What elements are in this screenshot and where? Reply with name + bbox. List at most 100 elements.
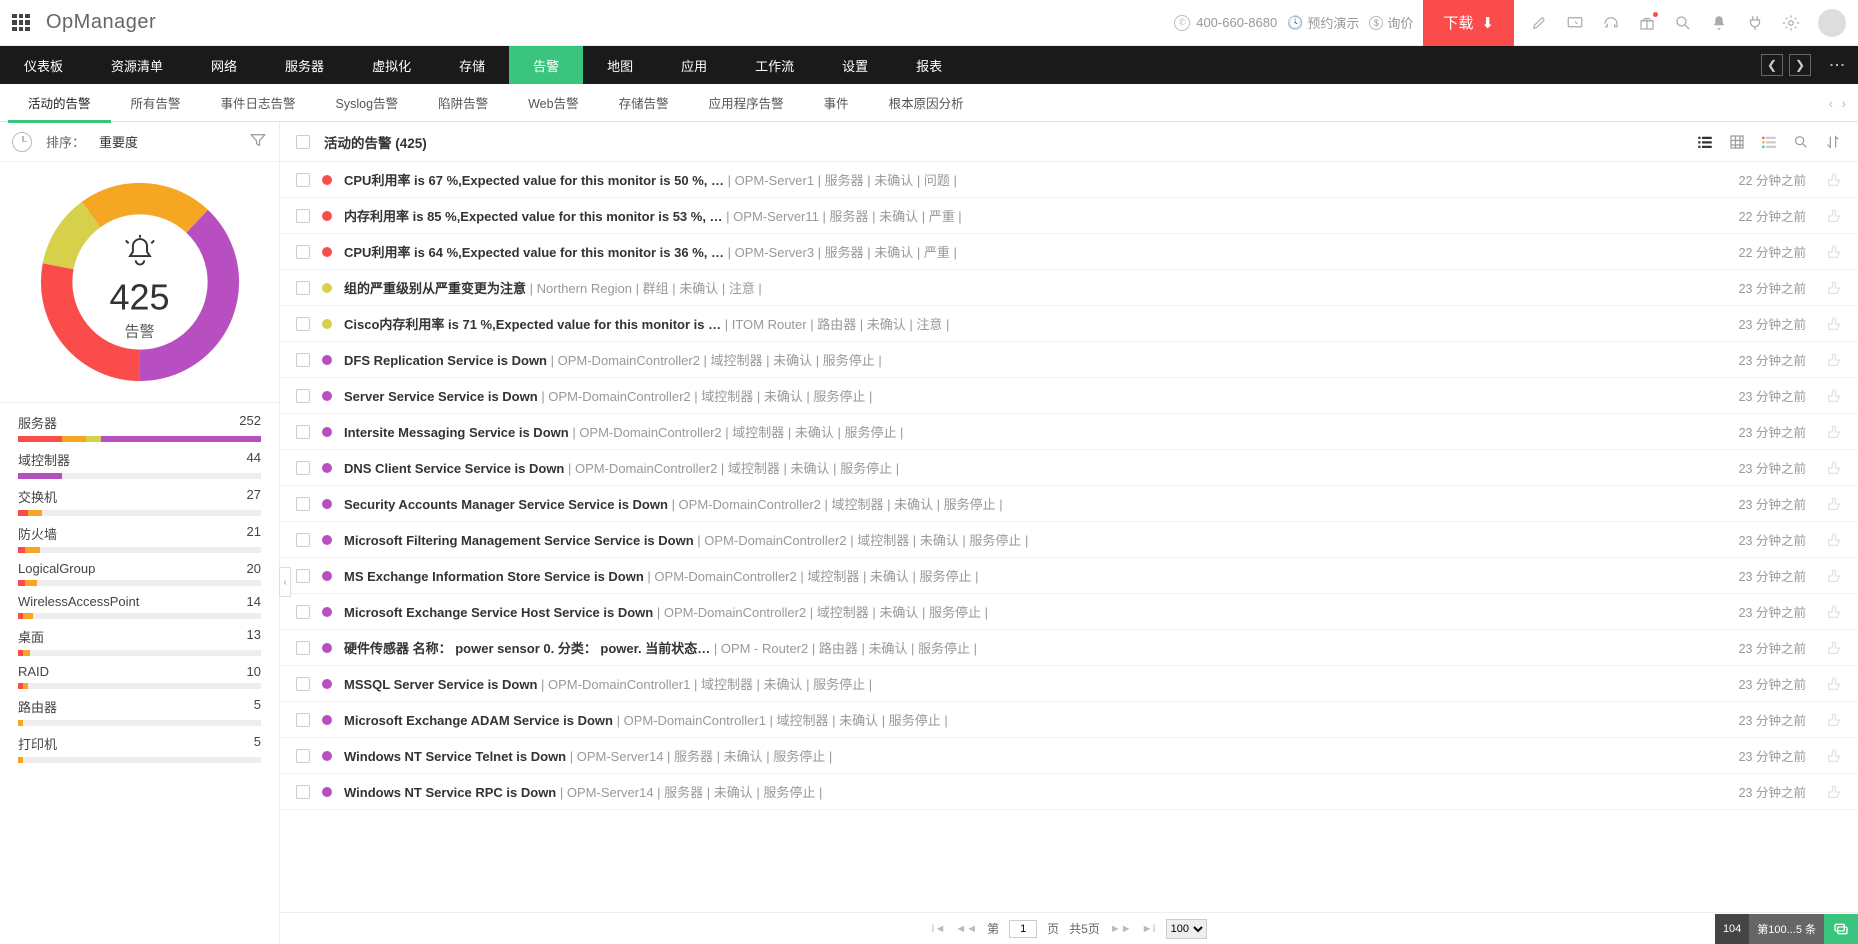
thumbs-up-icon[interactable] [1826,604,1842,620]
subnav-item[interactable]: Syslog告警 [316,84,419,122]
row-checkbox[interactable] [296,425,310,439]
gear-icon[interactable] [1782,14,1800,32]
thumbs-up-icon[interactable] [1826,388,1842,404]
row-checkbox[interactable] [296,605,310,619]
alert-row[interactable]: Microsoft Exchange ADAM Service is Down … [280,702,1858,738]
subnav-item[interactable]: 事件 [804,84,869,122]
alert-row[interactable]: Server Service Service is Down | OPM-Dom… [280,378,1858,414]
thumbs-up-icon[interactable] [1826,280,1842,296]
alert-row[interactable]: Windows NT Service RPC is Down | OPM-Ser… [280,774,1858,810]
select-all-checkbox[interactable] [296,135,310,149]
row-checkbox[interactable] [296,641,310,655]
thumbs-up-icon[interactable] [1826,172,1842,188]
alert-row[interactable]: CPU利用率 is 67 %,Expected value for this m… [280,162,1858,198]
category-item[interactable]: 路由器5 [0,691,279,728]
plug-icon[interactable] [1746,14,1764,32]
row-checkbox[interactable] [296,317,310,331]
headset-icon[interactable] [1602,14,1620,32]
row-checkbox[interactable] [296,713,310,727]
alert-row[interactable]: DFS Replication Service is Down | OPM-Do… [280,342,1858,378]
alert-row[interactable]: 内存利用率 is 85 %,Expected value for this mo… [280,198,1858,234]
category-item[interactable]: 打印机5 [0,728,279,765]
thumbs-up-icon[interactable] [1826,244,1842,260]
thumbs-up-icon[interactable] [1826,316,1842,332]
thumbs-up-icon[interactable] [1826,712,1842,728]
view-list-icon[interactable] [1696,133,1714,151]
search-icon[interactable] [1674,14,1692,32]
row-checkbox[interactable] [296,353,310,367]
row-checkbox[interactable] [296,209,310,223]
mainnav-item[interactable]: 告警 [509,46,583,84]
subnav-item[interactable]: 事件日志告警 [201,84,316,122]
user-avatar[interactable] [1818,9,1846,37]
rocket-icon[interactable] [1530,14,1548,32]
row-checkbox[interactable] [296,245,310,259]
thumbs-up-icon[interactable] [1826,784,1842,800]
thumbs-up-icon[interactable] [1826,460,1842,476]
alert-row[interactable]: 组的严重级别从严重变更为注意 | Northern Region | 群组 | … [280,270,1858,306]
alert-row[interactable]: MSSQL Server Service is Down | OPM-Domai… [280,666,1858,702]
badge-range[interactable]: 第100...5 条 [1749,914,1824,944]
row-checkbox[interactable] [296,173,310,187]
mainnav-item[interactable]: 应用 [657,46,731,84]
category-item[interactable]: 域控制器44 [0,444,279,481]
mainnav-item[interactable]: 资源清单 [87,46,187,84]
bell-icon[interactable] [1710,14,1728,32]
badge-count[interactable]: 104 [1715,914,1749,944]
thumbs-up-icon[interactable] [1826,424,1842,440]
alert-row[interactable]: Intersite Messaging Service is Down | OP… [280,414,1858,450]
alert-row[interactable]: Microsoft Filtering Management Service S… [280,522,1858,558]
view-color-list-icon[interactable] [1760,133,1778,151]
sort-value[interactable]: 重要度 [99,132,138,151]
row-checkbox[interactable] [296,749,310,763]
alert-row[interactable]: Security Accounts Manager Service Servic… [280,486,1858,522]
row-checkbox[interactable] [296,281,310,295]
inquiry-link[interactable]: $询价 [1369,13,1413,32]
thumbs-up-icon[interactable] [1826,532,1842,548]
mainnav-item[interactable]: 虚拟化 [348,46,435,84]
row-checkbox[interactable] [296,497,310,511]
category-item[interactable]: 服务器252 [0,407,279,444]
subnav-item[interactable]: 活动的告警 [8,84,111,122]
pager-last-icon[interactable]: ►I [1142,923,1156,935]
sidebar-collapse-button[interactable]: ‹ [279,567,291,597]
download-button[interactable]: 下载 ⬇ [1423,0,1514,46]
alert-row[interactable]: 硬件传感器 名称： power sensor 0. 分类： power. 当前状… [280,630,1858,666]
pager-page-input[interactable] [1009,920,1037,938]
row-checkbox[interactable] [296,677,310,691]
alert-row[interactable]: Microsoft Exchange Service Host Service … [280,594,1858,630]
mainnav-item[interactable]: 设置 [818,46,892,84]
row-checkbox[interactable] [296,461,310,475]
alert-row[interactable]: CPU利用率 is 64 %,Expected value for this m… [280,234,1858,270]
mainnav-item[interactable]: 存储 [435,46,509,84]
row-checkbox[interactable] [296,533,310,547]
mainnav-item[interactable]: 工作流 [731,46,818,84]
badge-chat-icon[interactable] [1824,914,1858,944]
list-search-icon[interactable] [1792,133,1810,151]
mainnav-item[interactable]: 服务器 [261,46,348,84]
subnav-item[interactable]: 存储告警 [599,84,689,122]
sort-toggle-icon[interactable] [1824,133,1842,151]
subnav-item[interactable]: 根本原因分析 [869,84,984,122]
pager-first-icon[interactable]: I◄ [931,923,945,935]
thumbs-up-icon[interactable] [1826,496,1842,512]
subnav-next-icon[interactable]: › [1837,95,1850,111]
mainnav-item[interactable]: 仪表板 [0,46,87,84]
thumbs-up-icon[interactable] [1826,352,1842,368]
subnav-prev-icon[interactable]: ‹ [1825,95,1838,111]
row-checkbox[interactable] [296,785,310,799]
nav-next-button[interactable]: ❯ [1789,54,1811,76]
subnav-item[interactable]: 所有告警 [111,84,201,122]
view-grid-icon[interactable] [1728,133,1746,151]
pager-next-icon[interactable]: ►► [1110,923,1132,935]
category-item[interactable]: 交换机27 [0,481,279,518]
alert-row[interactable]: Cisco内存利用率 is 71 %,Expected value for th… [280,306,1858,342]
mainnav-item[interactable]: 网络 [187,46,261,84]
thumbs-up-icon[interactable] [1826,640,1842,656]
gift-icon[interactable] [1638,14,1656,32]
thumbs-up-icon[interactable] [1826,568,1842,584]
alert-row[interactable]: MS Exchange Information Store Service is… [280,558,1858,594]
category-item[interactable]: 防火墙21 [0,518,279,555]
subnav-item[interactable]: 陷阱告警 [418,84,508,122]
pager-size-select[interactable]: 100 [1166,919,1207,939]
